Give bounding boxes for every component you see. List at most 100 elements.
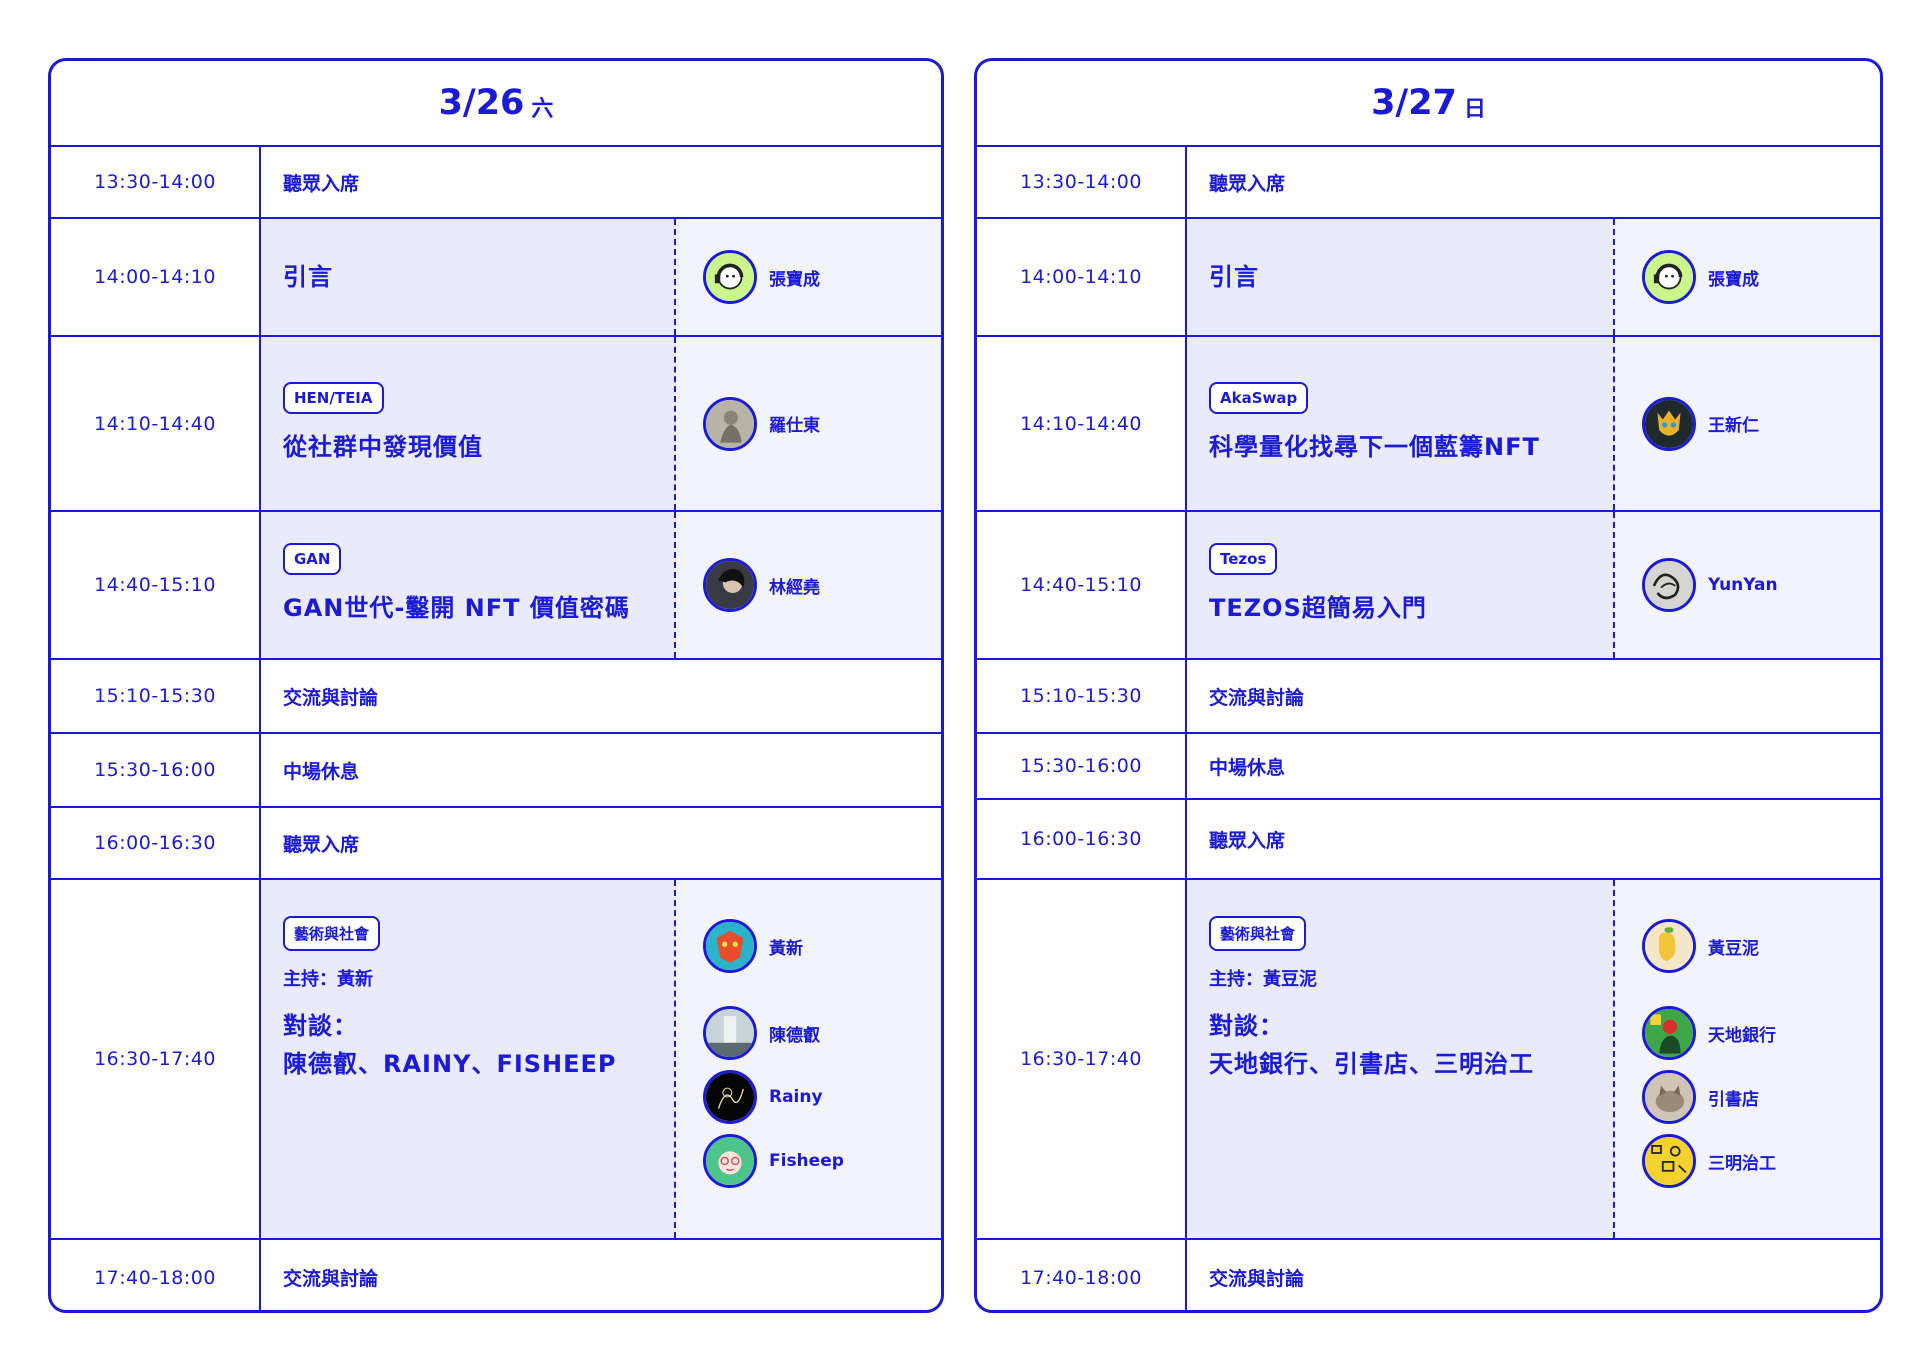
speaker-list: 黃新 陳德叡 Rainy Fisheep — [676, 880, 941, 1238]
schedule-row: 14:40-15:10 Tezos TEZOS超簡易入門 YunYan — [977, 512, 1880, 660]
speaker-name: 天地銀行 — [1708, 1025, 1776, 1046]
speaker: 三明治工 — [1642, 1134, 1880, 1188]
speaker-name: 引書店 — [1708, 1089, 1759, 1110]
speaker: YunYan — [1642, 558, 1880, 612]
talk-block: GAN GAN世代-鑿開 NFT 價值密碼 林經堯 — [261, 512, 941, 658]
schedule-row: 16:30-17:40 藝術與社會 主持：黃豆泥 對談： 天地銀行、引書店、三明… — [977, 880, 1880, 1240]
speaker: Rainy — [703, 1070, 941, 1124]
time-slot: 13:30-14:00 — [977, 147, 1187, 217]
speaker-name: 張寶成 — [769, 269, 820, 290]
talk-tag: 藝術與社會 — [1209, 916, 1307, 951]
talk-info: 引言 — [261, 219, 676, 335]
speaker-list: 黃豆泥 天地銀行 引書店 三明治工 — [1615, 880, 1880, 1238]
speaker-name: 林經堯 — [769, 577, 820, 598]
talk-title: 引言 — [283, 263, 333, 291]
speaker-name: 張寶成 — [1708, 269, 1759, 290]
time-slot: 16:30-17:40 — [977, 880, 1187, 1238]
mask-avatar — [703, 919, 757, 973]
day-date: 3/27 — [1371, 83, 1457, 123]
speaker-name: 王新仁 — [1708, 416, 1759, 436]
line-drawing-avatar — [703, 1070, 757, 1124]
talk-info: HEN/TEIA 從社群中發現價值 — [261, 337, 676, 510]
green-figure-avatar — [1642, 1006, 1696, 1060]
time-slot: 14:00-14:10 — [51, 219, 261, 335]
speaker: 黃豆泥 — [1642, 919, 1880, 973]
yellow-pattern-avatar — [1642, 1134, 1696, 1188]
speaker-name: 羅仕東 — [769, 416, 820, 436]
speaker: 張寶成 — [1642, 250, 1880, 304]
session-label: 交流與討論 — [1209, 1268, 1305, 1290]
headphone-character-avatar — [703, 250, 757, 304]
talk-tag: GAN — [283, 543, 342, 575]
schedule-row: 16:00-16:30 聽眾入席 — [977, 800, 1880, 880]
session-label: 聽眾入席 — [283, 833, 360, 856]
headphone-character-avatar — [1642, 250, 1696, 304]
talk-title: 從社群中發現價值 — [283, 432, 483, 461]
cat-avatar — [1642, 1070, 1696, 1124]
speaker: 羅仕東 — [703, 396, 941, 451]
session-label: 中場休息 — [283, 760, 360, 783]
schedule-row: 16:30-17:40 藝術與社會 主持：黃新 對談： 陳德叡、RAINY、FI… — [51, 880, 941, 1240]
creature-avatar — [1642, 396, 1696, 451]
talk-title-line-1: 對談： — [1209, 1012, 1284, 1040]
talk-tag: Tezos — [1209, 543, 1278, 575]
schedule-row: 14:10-14:40 AkaSwap 科學量化找尋下一個藍籌NFT 王新仁 — [977, 337, 1880, 512]
talk-title: GAN世代-鑿開 NFT 價值密碼 — [283, 594, 630, 622]
schedule-row: 15:10-15:30 交流與討論 — [977, 660, 1880, 734]
talk-title: TEZOS超簡易入門 — [1209, 594, 1427, 622]
schedule-row: 15:10-15:30 交流與討論 — [51, 660, 941, 734]
speaker: 王新仁 — [1642, 396, 1880, 451]
talk-info: 引言 — [1187, 219, 1615, 335]
talk-title: 引言 — [1209, 263, 1259, 291]
talk-block: 藝術與社會 主持：黃新 對談： 陳德叡、RAINY、FISHEEP 黃新 陳德叡 — [261, 880, 941, 1238]
time-slot: 14:10-14:40 — [977, 337, 1187, 510]
speaker-list: 林經堯 — [676, 512, 941, 658]
schedule-row: 15:30-16:00 中場休息 — [51, 734, 941, 808]
schedule-row: 17:40-18:00 交流與討論 — [51, 1240, 941, 1310]
time-slot: 16:00-16:30 — [51, 808, 261, 878]
talk-info: 藝術與社會 主持：黃豆泥 對談： 天地銀行、引書店、三明治工 — [1187, 880, 1615, 1238]
talk-info: AkaSwap 科學量化找尋下一個藍籌NFT — [1187, 337, 1615, 510]
speaker-name: 三明治工 — [1708, 1153, 1776, 1174]
speaker-list: 羅仕東 — [676, 337, 941, 510]
schedule-row: 14:00-14:10 引言 張寶成 — [51, 219, 941, 337]
talk-block: AkaSwap 科學量化找尋下一個藍籌NFT 王新仁 — [1187, 337, 1880, 510]
talk-tag: HEN/TEIA — [283, 381, 384, 414]
time-slot: 15:30-16:00 — [51, 734, 261, 806]
speaker-name: YunYan — [1708, 575, 1778, 595]
schedule-row: 13:30-14:00 聽眾入席 — [51, 147, 941, 219]
bean-avatar — [1642, 919, 1696, 973]
speaker-name: Fisheep — [769, 1151, 844, 1171]
speaker: 天地銀行 — [1642, 1006, 1880, 1060]
talk-info: 藝術與社會 主持：黃新 對談： 陳德叡、RAINY、FISHEEP — [261, 880, 676, 1238]
talk-host: 主持：黃新 — [283, 969, 373, 990]
schedule-row: 17:40-18:00 交流與討論 — [977, 1240, 1880, 1310]
schedule-day-1: 3/26 六 13:30-14:00 聽眾入席 14:00-14:10 引言 張… — [48, 58, 944, 1313]
speaker-list: 張寶成 — [1615, 219, 1880, 335]
time-slot: 15:30-16:00 — [977, 734, 1187, 798]
session-label: 聽眾入席 — [283, 172, 360, 195]
speaker-name: 黃豆泥 — [1708, 938, 1759, 959]
session-label: 聽眾入席 — [1209, 172, 1286, 195]
talk-tag: AkaSwap — [1209, 381, 1309, 414]
speaker: 黃新 — [703, 919, 941, 973]
talk-host: 主持：黃豆泥 — [1209, 969, 1317, 990]
schedule-row: 14:10-14:40 HEN/TEIA 從社群中發現價值 羅仕東 — [51, 337, 941, 512]
schedule-row: 13:30-14:00 聽眾入席 — [977, 147, 1880, 219]
time-slot: 14:40-15:10 — [977, 512, 1187, 658]
session-label: 聽眾入席 — [1209, 829, 1286, 852]
tower-avatar — [703, 1006, 757, 1060]
session-label: 交流與討論 — [283, 1268, 379, 1290]
schedule-row: 16:00-16:30 聽眾入席 — [51, 808, 941, 880]
speaker-list: YunYan — [1615, 512, 1880, 658]
time-slot: 17:40-18:00 — [51, 1240, 261, 1310]
time-slot: 15:10-15:30 — [51, 660, 261, 732]
time-slot: 16:30-17:40 — [51, 880, 261, 1238]
speaker: 引書店 — [1642, 1070, 1880, 1124]
schedule-row: 14:00-14:10 引言 張寶成 — [977, 219, 1880, 337]
schedule-row: 14:40-15:10 GAN GAN世代-鑿開 NFT 價值密碼 林經堯 — [51, 512, 941, 660]
speaker-name: 陳德叡 — [769, 1025, 820, 1046]
talk-title-line-2: 天地銀行、引書店、三明治工 — [1209, 1050, 1534, 1078]
talk-title-line-2: 陳德叡、RAINY、FISHEEP — [283, 1050, 617, 1078]
time-slot: 15:10-15:30 — [977, 660, 1187, 732]
